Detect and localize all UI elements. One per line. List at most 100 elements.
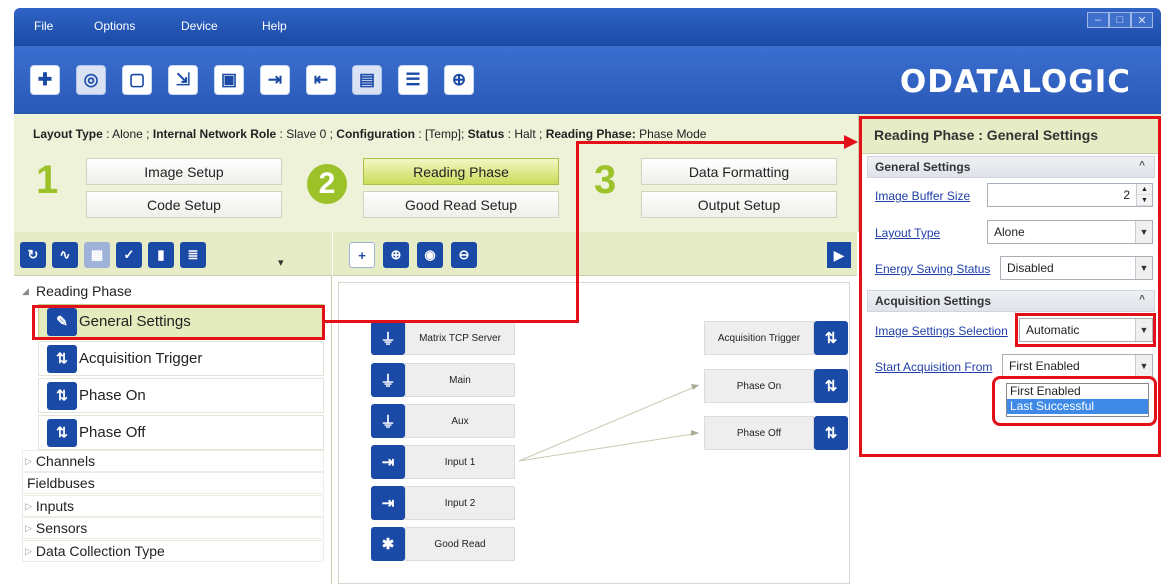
data-formatting-button[interactable]: Data Formatting <box>641 158 837 185</box>
node-matrix-tcp-server[interactable]: ⏚ Matrix TCP Server <box>371 321 515 355</box>
image-setup-button[interactable]: Image Setup <box>86 158 282 185</box>
status-value: Halt <box>514 127 536 141</box>
tree-reading-phase[interactable]: ◢ Reading Phase <box>22 280 324 302</box>
callout-connector <box>577 141 850 144</box>
node-main[interactable]: ⏚ Main <box>371 363 515 397</box>
trigger-icon: ⇅ <box>47 344 77 373</box>
arrowhead-icon <box>691 384 699 390</box>
refresh-icon[interactable]: ↻ <box>20 242 46 268</box>
zoom-100-icon[interactable]: ◉ <box>417 242 443 268</box>
tree-reading-phase-label: Reading Phase <box>36 283 132 299</box>
maximize-button[interactable]: □ <box>1109 12 1131 28</box>
menu-help[interactable]: Help <box>262 19 287 33</box>
node-label: Phase On <box>704 369 814 403</box>
close-button[interactable]: ✕ <box>1131 12 1153 28</box>
tree-item-acquisition-trigger[interactable]: ⇅ Acquisition Trigger <box>38 341 324 376</box>
export-icon[interactable]: ⇥ <box>260 65 290 95</box>
grid-icon[interactable]: ▦ <box>84 242 110 268</box>
tree-item-phase-on[interactable]: ⇅ Phase On <box>38 378 324 413</box>
node-label: Aux <box>405 404 515 438</box>
reading-phase-button[interactable]: Reading Phase <box>363 158 559 185</box>
configuration-value: [Temp] <box>424 127 461 141</box>
tree-sensors[interactable]: ▷ Sensors <box>22 517 324 539</box>
flash-icon[interactable]: ▮ <box>148 242 174 268</box>
tree-channels[interactable]: ▷ Channels <box>22 450 324 472</box>
left-toolbar: ↻ ∿ ▦ ✓ ▮ ≣ ▾ <box>14 232 332 276</box>
tree-fieldbuses-label: Fieldbuses <box>27 475 95 491</box>
collapsed-triangle-icon: ▷ <box>25 522 32 533</box>
step-area: Layout Type : Alone ; Internal Network R… <box>14 114 859 232</box>
good-read-icon: ✱ <box>371 527 405 561</box>
crosshair-icon[interactable]: ⊕ <box>444 65 474 95</box>
play-icon[interactable]: ▶ <box>827 242 851 268</box>
connect-icon[interactable]: ✚ <box>30 65 60 95</box>
collapsed-triangle-icon: ▷ <box>25 455 32 466</box>
node-label: Main <box>405 363 515 397</box>
more-dropdown-icon[interactable]: ▾ <box>278 256 284 269</box>
node-label: Input 2 <box>405 486 515 520</box>
device-save-icon[interactable]: ▣ <box>214 65 244 95</box>
callout-connector <box>325 320 577 323</box>
device-send-icon[interactable]: ⇲ <box>168 65 198 95</box>
node-label: Matrix TCP Server <box>405 321 515 355</box>
trigger-icon: ⇅ <box>814 416 848 450</box>
network-role-label: Internal Network Role <box>152 127 277 141</box>
trigger-icon: ⇅ <box>47 418 77 447</box>
output-setup-button[interactable]: Output Setup <box>641 191 837 218</box>
reading-phase-label: Reading Phase: <box>545 127 636 141</box>
callout-connector <box>576 141 579 323</box>
wire-input1-phase-on <box>518 384 700 462</box>
node-label: Phase Off <box>704 416 814 450</box>
tree-data-collection-type-label: Data Collection Type <box>35 543 165 559</box>
callout-arrowhead-icon <box>844 135 858 149</box>
trigger-icon: ⇅ <box>47 381 77 410</box>
node-phase-on[interactable]: Phase On ⇅ <box>704 369 848 403</box>
minimize-button[interactable]: – <box>1087 12 1109 28</box>
node-label: Good Read <box>405 527 515 561</box>
reading-phase-value: Phase Mode <box>639 127 707 141</box>
main-toolbar: ✚ ◎ ▢ ⇲ ▣ ⇥ ⇤ ▤ ☰ ⊕ ODATALOGIC <box>14 46 1161 114</box>
step-3-number: 3 <box>594 158 617 202</box>
node-phase-off[interactable]: Phase Off ⇅ <box>704 416 848 450</box>
callout-image-settings-selection <box>1015 313 1156 347</box>
good-read-setup-button[interactable]: Good Read Setup <box>363 191 559 218</box>
camera-settings-icon[interactable]: ◎ <box>76 65 106 95</box>
left-panel: ↻ ∿ ▦ ✓ ▮ ≣ ▾ ◢ Reading Phase ✎ General … <box>14 232 332 584</box>
diagram-canvas: ⏚ Matrix TCP Server ⏚ Main ⏚ Aux ⇥ Input… <box>338 282 850 584</box>
tree-channels-label: Channels <box>35 453 96 469</box>
step-2-number: 2 <box>307 164 347 204</box>
tree-fieldbuses[interactable]: Fieldbuses <box>22 472 324 494</box>
callout-dropdown-options <box>992 376 1157 426</box>
node-input-1[interactable]: ⇥ Input 1 <box>371 445 515 479</box>
tree-inputs[interactable]: ▷ Inputs <box>22 495 324 517</box>
device-load-icon[interactable]: ▤ <box>352 65 382 95</box>
input-icon: ⇥ <box>371 445 405 479</box>
document-icon[interactable]: ≣ <box>180 242 206 268</box>
tree-sensors-label: Sensors <box>35 520 88 536</box>
tree-data-collection-type[interactable]: ▷ Data Collection Type <box>22 540 324 562</box>
window-icon[interactable]: ▢ <box>122 65 152 95</box>
save-check-icon[interactable]: ✓ <box>116 242 142 268</box>
tree-item-label: Phase Off <box>79 424 146 441</box>
node-aux[interactable]: ⏚ Aux <box>371 404 515 438</box>
node-good-read[interactable]: ✱ Good Read <box>371 527 515 561</box>
zoom-out-icon[interactable]: ⊖ <box>451 242 477 268</box>
add-block-icon[interactable]: + <box>349 242 375 268</box>
import-icon[interactable]: ⇤ <box>306 65 336 95</box>
list-icon[interactable]: ☰ <box>398 65 428 95</box>
menu-options[interactable]: Options <box>94 19 135 33</box>
status-line: Layout Type : Alone ; Internal Network R… <box>33 127 707 141</box>
menu-device[interactable]: Device <box>181 19 218 33</box>
plug-icon: ⏚ <box>371 321 405 355</box>
signal-icon[interactable]: ∿ <box>52 242 78 268</box>
menu-file[interactable]: File <box>34 19 53 33</box>
network-role-value: Slave 0 <box>286 127 327 141</box>
code-setup-button[interactable]: Code Setup <box>86 191 282 218</box>
plug-icon: ⏚ <box>371 363 405 397</box>
status-label: Status <box>467 127 505 141</box>
node-acquisition-trigger[interactable]: Acquisition Trigger ⇅ <box>704 321 848 355</box>
arrowhead-icon <box>691 430 699 436</box>
zoom-in-icon[interactable]: ⊕ <box>383 242 409 268</box>
tree-item-phase-off[interactable]: ⇅ Phase Off <box>38 415 324 450</box>
node-input-2[interactable]: ⇥ Input 2 <box>371 486 515 520</box>
